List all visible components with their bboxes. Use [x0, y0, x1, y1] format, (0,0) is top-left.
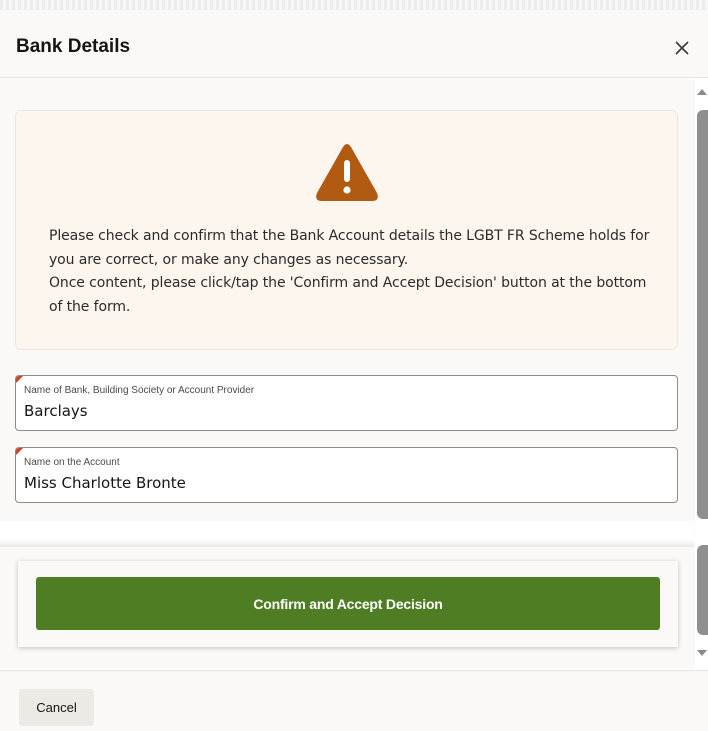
cancel-button[interactable]: Cancel — [19, 689, 94, 726]
warning-text: Please check and confirm that the Bank A… — [49, 225, 659, 319]
account-name-field[interactable]: Name on the Account — [15, 447, 678, 503]
scroll-down-arrow-icon[interactable] — [697, 650, 707, 656]
scrollbar-thumb[interactable] — [697, 110, 708, 519]
bank-name-input[interactable] — [24, 402, 664, 420]
bank-name-field[interactable]: Name of Bank, Building Society or Accoun… — [15, 375, 678, 431]
dialog-title: Bank Details — [16, 36, 131, 57]
dialog-body[interactable]: Please check and confirm that the Bank A… — [0, 79, 708, 669]
required-indicator — [16, 448, 23, 455]
bank-name-label: Name of Bank, Building Society or Accoun… — [24, 385, 255, 396]
warning-triangle-icon — [316, 144, 378, 201]
scrollbar-thumb-lower[interactable] — [697, 545, 708, 635]
warning-text-line-1: Please check and confirm that the Bank A… — [49, 228, 650, 268]
form-content: Please check and confirm that the Bank A… — [0, 79, 694, 521]
confirm-card: Confirm and Accept Decision — [18, 561, 678, 647]
dialog-header: Bank Details — [0, 10, 708, 78]
content-divider — [0, 521, 694, 547]
warning-message-box: Please check and confirm that the Bank A… — [15, 110, 678, 350]
warning-text-line-2: Once content, please click/tap the 'Conf… — [49, 275, 647, 315]
account-name-input[interactable] — [24, 474, 664, 492]
scroll-up-arrow-icon[interactable] — [697, 89, 707, 95]
close-icon — [675, 41, 689, 55]
close-button[interactable] — [668, 34, 696, 62]
account-name-label: Name on the Account — [24, 457, 120, 468]
confirm-accept-button[interactable]: Confirm and Accept Decision — [36, 577, 660, 630]
required-indicator — [16, 376, 23, 383]
dialog-footer: Cancel — [0, 670, 708, 731]
background-strip — [0, 0, 708, 10]
